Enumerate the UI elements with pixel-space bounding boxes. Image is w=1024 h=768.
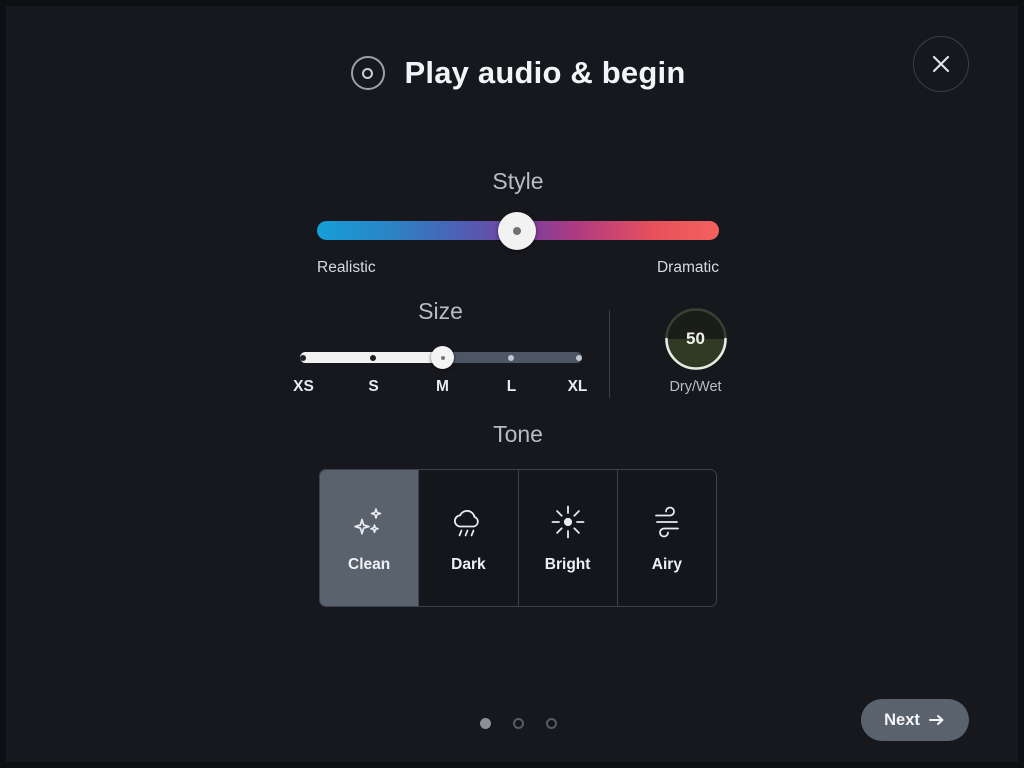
- size-tick-label-m: M: [436, 378, 449, 395]
- size-and-mix-row: Size XS S M L XL 50 Dry/Wet: [6, 298, 1018, 398]
- sun-icon: [548, 502, 588, 542]
- pagination-dot-1[interactable]: [479, 718, 491, 729]
- drywet-section: 50 Dry/Wet: [636, 298, 756, 395]
- size-slider[interactable]: [299, 346, 582, 369]
- record-disc-icon: [350, 56, 385, 90]
- style-section: Style Realistic Dramatic: [6, 168, 1018, 277]
- tone-section: Tone Clean Dark Bright Airy: [6, 421, 1018, 607]
- pagination-dot-2[interactable]: [512, 718, 524, 729]
- next-button-label: Next: [884, 710, 920, 729]
- tone-option-clean[interactable]: Clean: [320, 470, 420, 606]
- drywet-label: Dry/Wet: [669, 379, 722, 395]
- size-tick-xl[interactable]: [575, 354, 582, 361]
- style-slider[interactable]: [317, 212, 719, 250]
- rain-cloud-icon: [448, 502, 488, 542]
- tone-segmented-control: Clean Dark Bright Airy: [319, 469, 717, 607]
- tone-option-bright[interactable]: Bright: [518, 470, 618, 606]
- size-tick-xs[interactable]: [299, 354, 306, 361]
- section-divider: [608, 310, 610, 398]
- close-icon: [932, 55, 950, 73]
- next-button[interactable]: Next: [861, 699, 969, 741]
- tone-label-airy: Airy: [651, 556, 682, 573]
- drywet-value: 50: [686, 329, 705, 348]
- drywet-knob[interactable]: 50: [664, 308, 727, 370]
- size-tick-label-l: L: [506, 378, 517, 395]
- size-tick-l[interactable]: [508, 354, 514, 361]
- style-slider-endpoints: Realistic Dramatic: [317, 259, 719, 277]
- tone-option-dark[interactable]: Dark: [419, 470, 519, 606]
- size-tick-s[interactable]: [370, 354, 376, 361]
- size-section: Size XS S M L XL: [281, 298, 601, 398]
- pagination-dot-3[interactable]: [545, 718, 557, 729]
- style-label: Style: [492, 168, 544, 194]
- size-label: Size: [418, 298, 463, 324]
- size-tick-label-xs: XS: [293, 378, 314, 395]
- style-slider-thumb[interactable]: [498, 212, 536, 250]
- style-min-label: Realistic: [317, 259, 376, 276]
- tone-option-airy[interactable]: Airy: [617, 470, 716, 606]
- sparkles-icon: [349, 502, 389, 542]
- size-tick-label-xl: XL: [567, 378, 588, 395]
- tone-label-clean: Clean: [348, 556, 391, 573]
- size-tick-label-s: S: [368, 378, 379, 395]
- size-slider-thumb[interactable]: [431, 346, 454, 369]
- close-button[interactable]: [913, 36, 969, 92]
- wind-icon: [647, 502, 687, 542]
- settings-panel: Play audio & begin Style Realistic Drama…: [0, 0, 1024, 768]
- tone-label-bright: Bright: [544, 556, 591, 573]
- arrow-right-icon: [928, 715, 944, 725]
- panel-header: Play audio & begin: [6, 42, 1018, 104]
- tone-label: Tone: [493, 421, 543, 447]
- size-tick-labels: XS S M L XL: [293, 378, 587, 398]
- page-title: Play audio & begin: [404, 55, 686, 90]
- style-max-label: Dramatic: [656, 259, 719, 276]
- tone-label-dark: Dark: [451, 556, 486, 573]
